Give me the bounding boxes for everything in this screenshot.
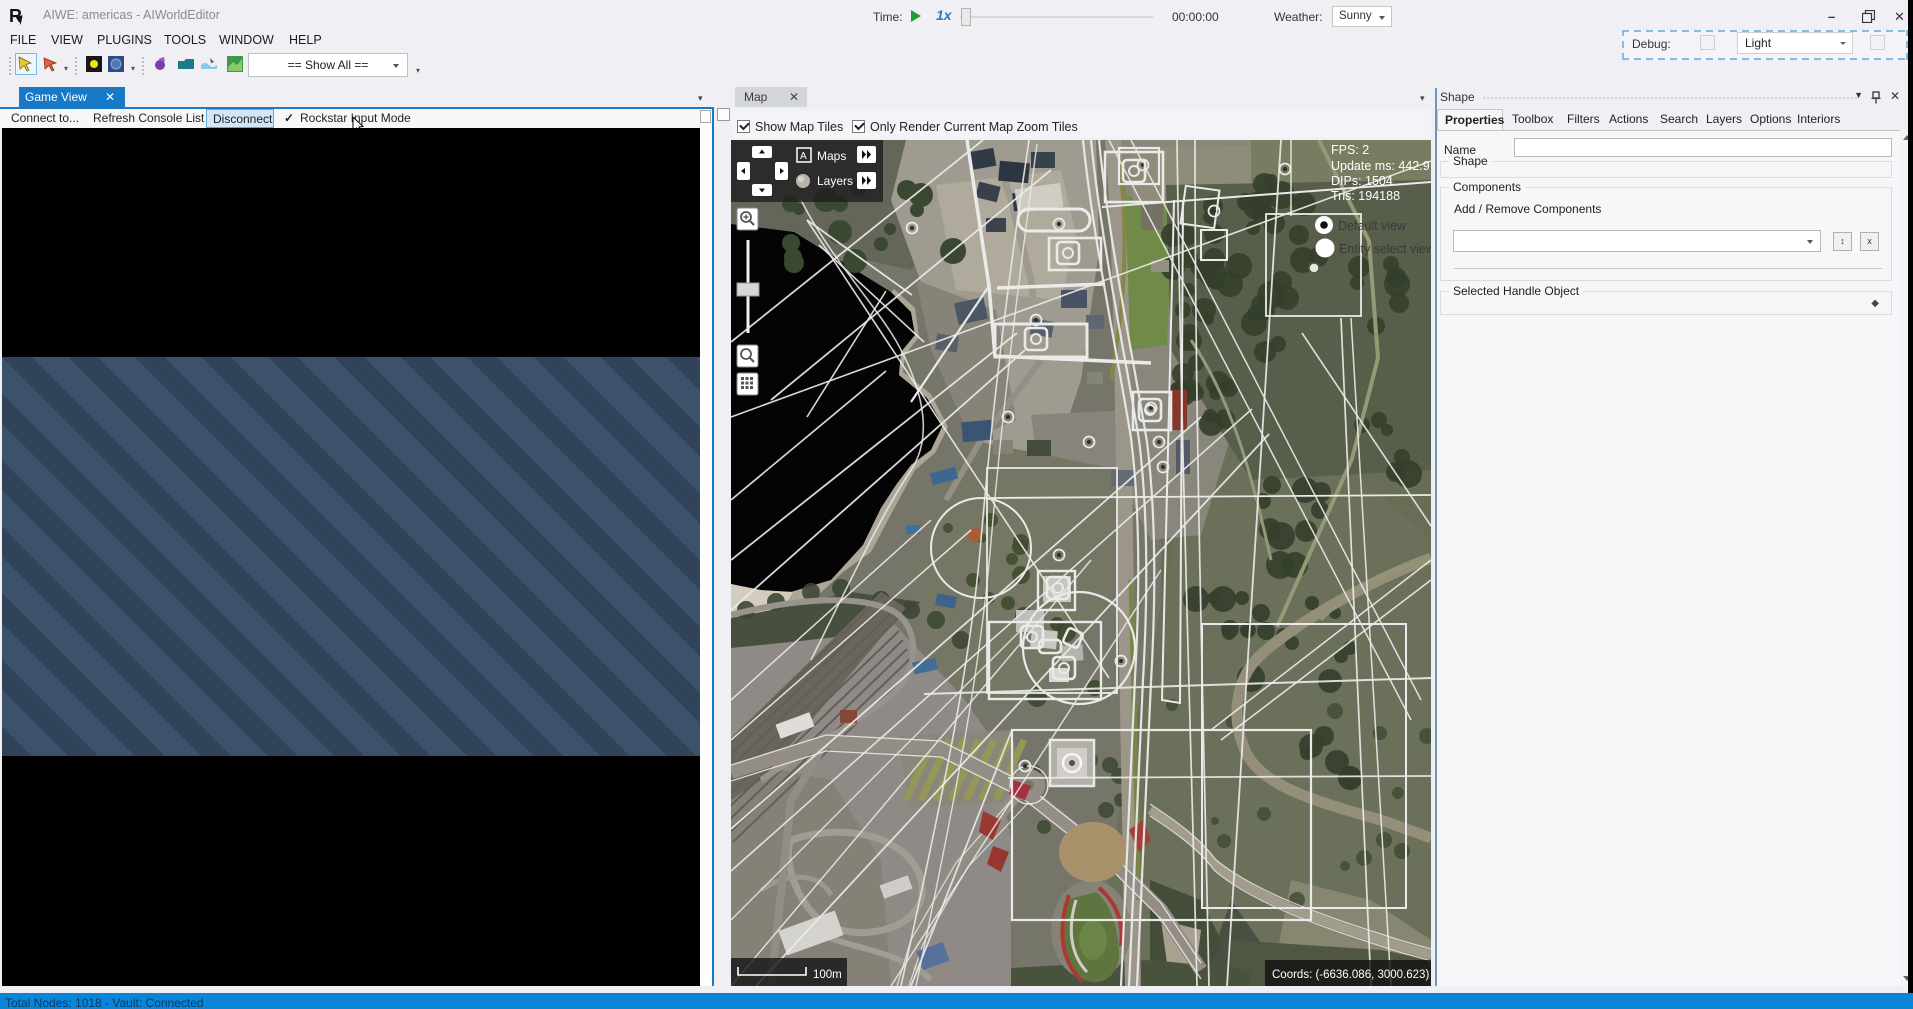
svg-text:A: A <box>800 151 807 162</box>
svg-text:Update ms: 442.9: Update ms: 442.9 <box>1331 159 1430 173</box>
svg-text:Tris: 194188: Tris: 194188 <box>1331 189 1400 203</box>
svg-text:Entity select view: Entity select view <box>1339 242 1431 256</box>
svg-text:FPS: 2: FPS: 2 <box>1331 143 1369 157</box>
svg-text:100m: 100m <box>813 969 842 981</box>
svg-text:Layers: Layers <box>817 174 853 188</box>
svg-text:Default view: Default view <box>1338 219 1407 233</box>
svg-text:Coords: (-6636.086, 3000.623): Coords: (-6636.086, 3000.623) <box>1272 969 1429 981</box>
svg-text:Maps: Maps <box>817 149 846 163</box>
svg-text:DIPs: 1504: DIPs: 1504 <box>1331 174 1393 188</box>
